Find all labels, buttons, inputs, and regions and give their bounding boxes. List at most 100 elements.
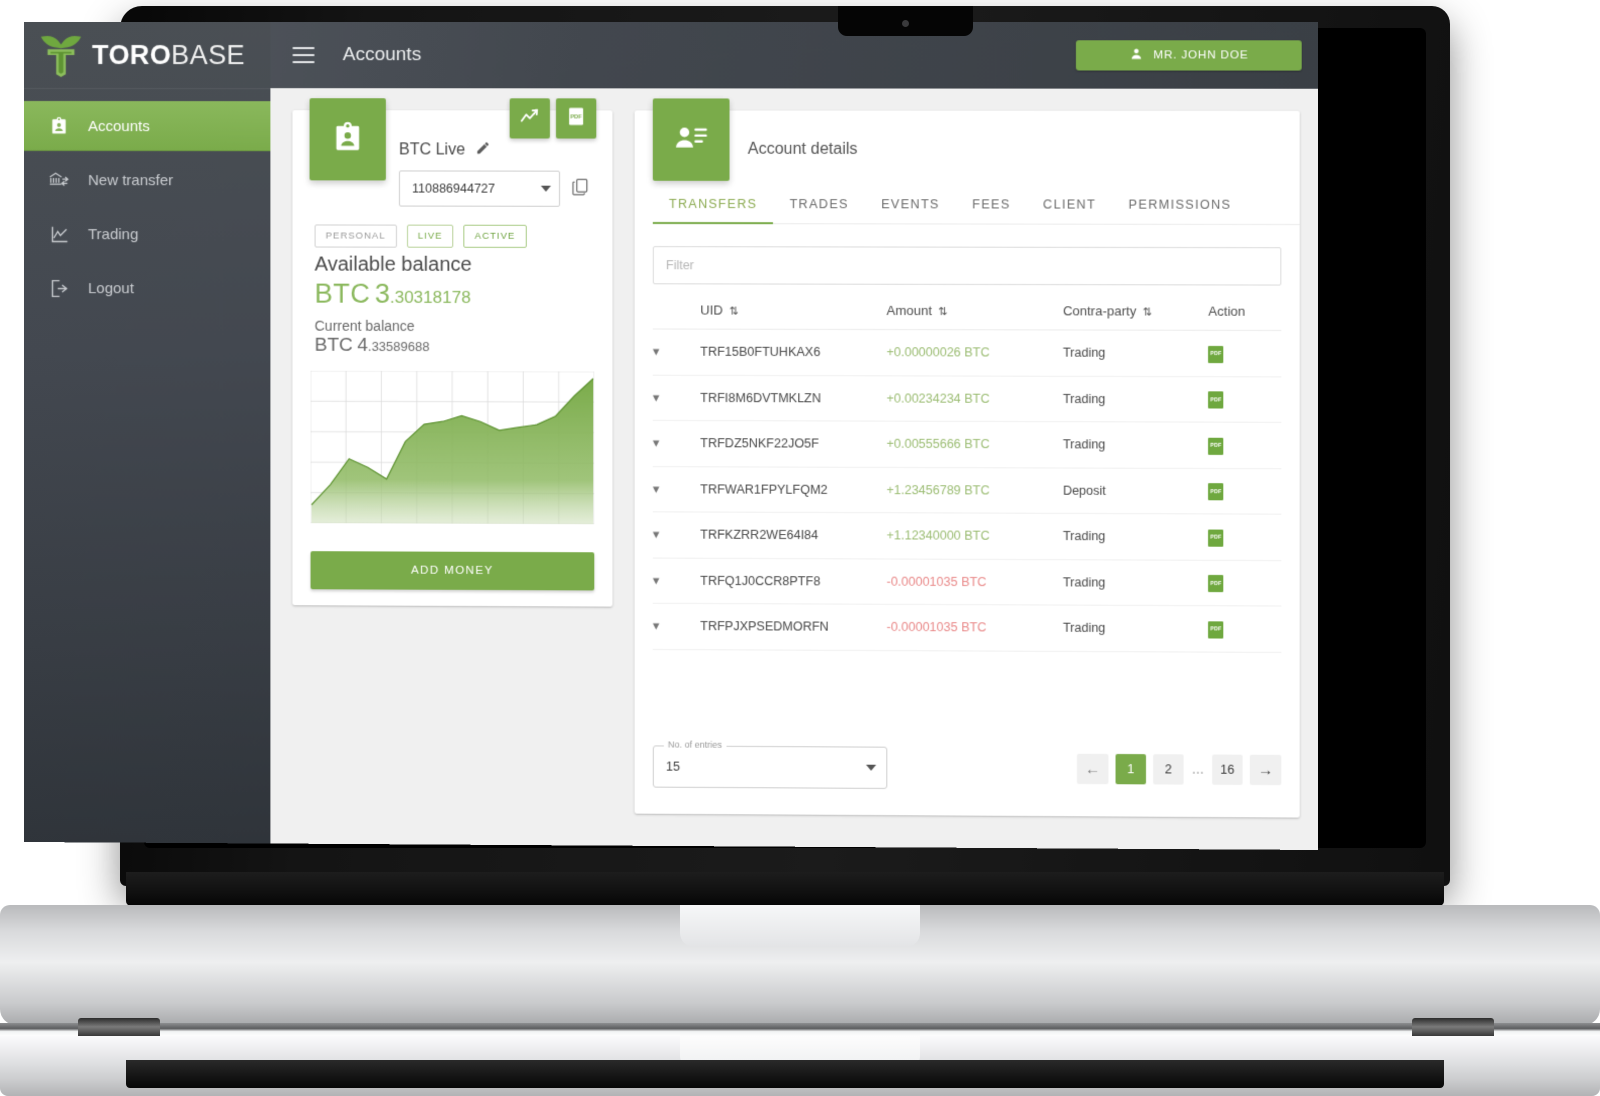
copy-icon[interactable] — [570, 176, 590, 201]
entries-value: 15 — [665, 759, 680, 774]
pencil-icon[interactable] — [475, 140, 490, 160]
chevron-down-icon[interactable]: ▾ — [653, 572, 660, 587]
pdf-icon: PDF — [1208, 391, 1224, 409]
pagination-page-16[interactable]: 16 — [1212, 754, 1243, 785]
add-money-button[interactable]: ADD MONEY — [310, 551, 595, 591]
content-area: PDF BTC Live 110886944727 PERSONAL LIVE … — [270, 88, 1319, 850]
pdf-download-button[interactable]: PDF — [1208, 574, 1224, 593]
pagination-page-1[interactable]: 1 — [1115, 753, 1147, 785]
filter-input[interactable] — [652, 246, 1282, 286]
balance-area-chart — [311, 371, 595, 524]
pdf-download-button[interactable]: PDF — [1208, 345, 1224, 363]
row-uid: TRF15B0FTUHKAX6 — [700, 329, 887, 376]
user-menu-button[interactable]: MR. JOHN DOE — [1075, 40, 1302, 71]
chevron-down-icon — [866, 764, 877, 771]
brand-name-bold: TORO — [92, 39, 172, 70]
row-contra-party: Trading — [1062, 513, 1209, 560]
row-uid: TRFQ1J0CCR8PTF8 — [700, 557, 887, 605]
app-root: TOROBASE Accounts New transfer Trading L… — [24, 22, 1319, 850]
pagination-page-2[interactable]: 2 — [1153, 754, 1184, 785]
row-expand-cell[interactable]: ▾ — [652, 328, 701, 375]
col-amount[interactable]: Amount ⇅ — [886, 302, 1063, 330]
chevron-down-icon[interactable]: ▾ — [653, 481, 660, 496]
laptop-mockup: TOROBASE Accounts New transfer Trading L… — [0, 0, 1600, 1096]
page-title: Accounts — [342, 44, 422, 66]
row-amount: +0.00555666 BTC — [886, 421, 1063, 468]
laptop-base-notch — [680, 905, 920, 947]
pdf-download-button[interactable]: PDF — [1208, 620, 1224, 639]
pdf-download-button[interactable]: PDF — [1208, 437, 1224, 455]
col-contra-party[interactable]: Contra-party ⇅ — [1062, 303, 1209, 331]
chevron-down-icon[interactable]: ▾ — [653, 435, 660, 450]
app-screen: TOROBASE Accounts New transfer Trading L… — [24, 22, 1319, 850]
col-contra-label: Contra-party — [1062, 303, 1137, 319]
pdf-download-button[interactable]: PDF — [1208, 391, 1224, 409]
sidebar-nav: Accounts New transfer Trading Logout — [24, 89, 271, 314]
account-number-value: 110886944727 — [412, 181, 496, 196]
table-header-row: UID ⇅ Amount ⇅ Contra-party ⇅ Action — [652, 302, 1282, 331]
account-selector-row: 110886944727 — [398, 170, 612, 207]
tab-fees[interactable]: FEES — [956, 197, 1027, 223]
chevron-down-icon[interactable]: ▾ — [653, 390, 660, 405]
chart-gridline — [311, 401, 595, 402]
chevron-down-icon[interactable]: ▾ — [653, 618, 660, 633]
main-area: Accounts MR. JOHN DOE PDF BTC Live 11088… — [270, 22, 1319, 850]
laptop-base-shadow — [126, 1060, 1444, 1088]
brand-name-light: BASE — [171, 39, 246, 70]
tab-events[interactable]: EVENTS — [865, 197, 956, 223]
account-avatar — [309, 98, 386, 181]
id-badge-icon — [46, 113, 72, 139]
pdf-download-button[interactable]: PDF — [1208, 483, 1224, 501]
tab-client[interactable]: CLIENT — [1027, 197, 1113, 223]
row-expand-cell[interactable]: ▾ — [652, 557, 701, 604]
table-row: ▾ TRFPJXPSEDMORFN -0.00001035 BTC Trading PD… — [652, 603, 1282, 652]
account-name-row: BTC Live — [399, 140, 612, 160]
bull-logo-icon — [38, 33, 84, 77]
sidebar-item-logout[interactable]: Logout — [24, 263, 270, 314]
row-action: PDF — [1208, 376, 1282, 423]
row-expand-cell[interactable]: ▾ — [652, 420, 701, 467]
chevron-down-icon[interactable]: ▾ — [653, 527, 660, 542]
current-balance-int: 4 — [357, 334, 368, 356]
row-expand-cell[interactable]: ▾ — [652, 511, 701, 558]
tab-permissions[interactable]: PERMISSIONS — [1112, 198, 1247, 224]
pdf-export-button[interactable]: PDF — [555, 98, 597, 139]
hamburger-icon[interactable] — [292, 47, 315, 64]
sidebar-item-accounts[interactable]: Accounts — [24, 101, 271, 152]
card-action-buttons: PDF — [509, 98, 597, 139]
row-action: PDF — [1208, 559, 1282, 607]
brand-logo-area[interactable]: TOROBASE — [24, 22, 271, 90]
table-head: UID ⇅ Amount ⇅ Contra-party ⇅ Action — [652, 302, 1282, 331]
col-uid[interactable]: UID ⇅ — [700, 302, 887, 330]
pagination-ellipsis: … — [1191, 762, 1205, 777]
row-amount: -0.00001035 BTC — [886, 558, 1063, 606]
account-number-select[interactable]: 110886944727 — [398, 170, 561, 207]
entries-select[interactable]: No. of entries 15 — [652, 739, 888, 789]
pagination-prev[interactable]: ← — [1076, 753, 1109, 785]
chart-button[interactable] — [509, 98, 550, 139]
tab-transfers[interactable]: TRANSFERS — [653, 197, 774, 223]
table-row: ▾ TRFWAR1FPYLFQM2 +1.23456789 BTC Deposit PD… — [652, 466, 1282, 515]
account-name: BTC Live — [398, 141, 466, 159]
chevron-down-icon — [540, 185, 551, 192]
tab-trades[interactable]: TRADES — [773, 197, 865, 223]
details-tabs: TRANSFERS TRADES EVENTS FEES CLIENT PERM… — [652, 196, 1300, 226]
pagination-next[interactable]: → — [1249, 754, 1282, 786]
row-uid: TRFKZRR2WE64I84 — [700, 512, 887, 559]
brand-name: TOROBASE — [92, 40, 245, 71]
row-contra-party: Trading — [1062, 421, 1209, 469]
row-contra-party: Trading — [1062, 329, 1209, 377]
available-balance-int: 3 — [374, 278, 390, 309]
pdf-download-button[interactable]: PDF — [1208, 529, 1224, 547]
laptop-base-gap — [0, 1023, 1600, 1037]
row-action: PDF — [1208, 605, 1282, 652]
sidebar-item-new-transfer[interactable]: New transfer — [24, 155, 270, 205]
sidebar-item-label: Trading — [88, 225, 139, 243]
row-expand-cell[interactable]: ▾ — [652, 374, 701, 421]
sidebar-item-trading[interactable]: Trading — [24, 209, 270, 259]
badge-active: ACTIVE — [463, 224, 527, 248]
row-expand-cell[interactable]: ▾ — [652, 603, 701, 650]
row-expand-cell[interactable]: ▾ — [652, 466, 701, 513]
chevron-down-icon[interactable]: ▾ — [653, 344, 660, 359]
table-body: ▾ TRF15B0FTUHKAX6 +0.00000026 BTC Trading PD… — [652, 328, 1282, 652]
